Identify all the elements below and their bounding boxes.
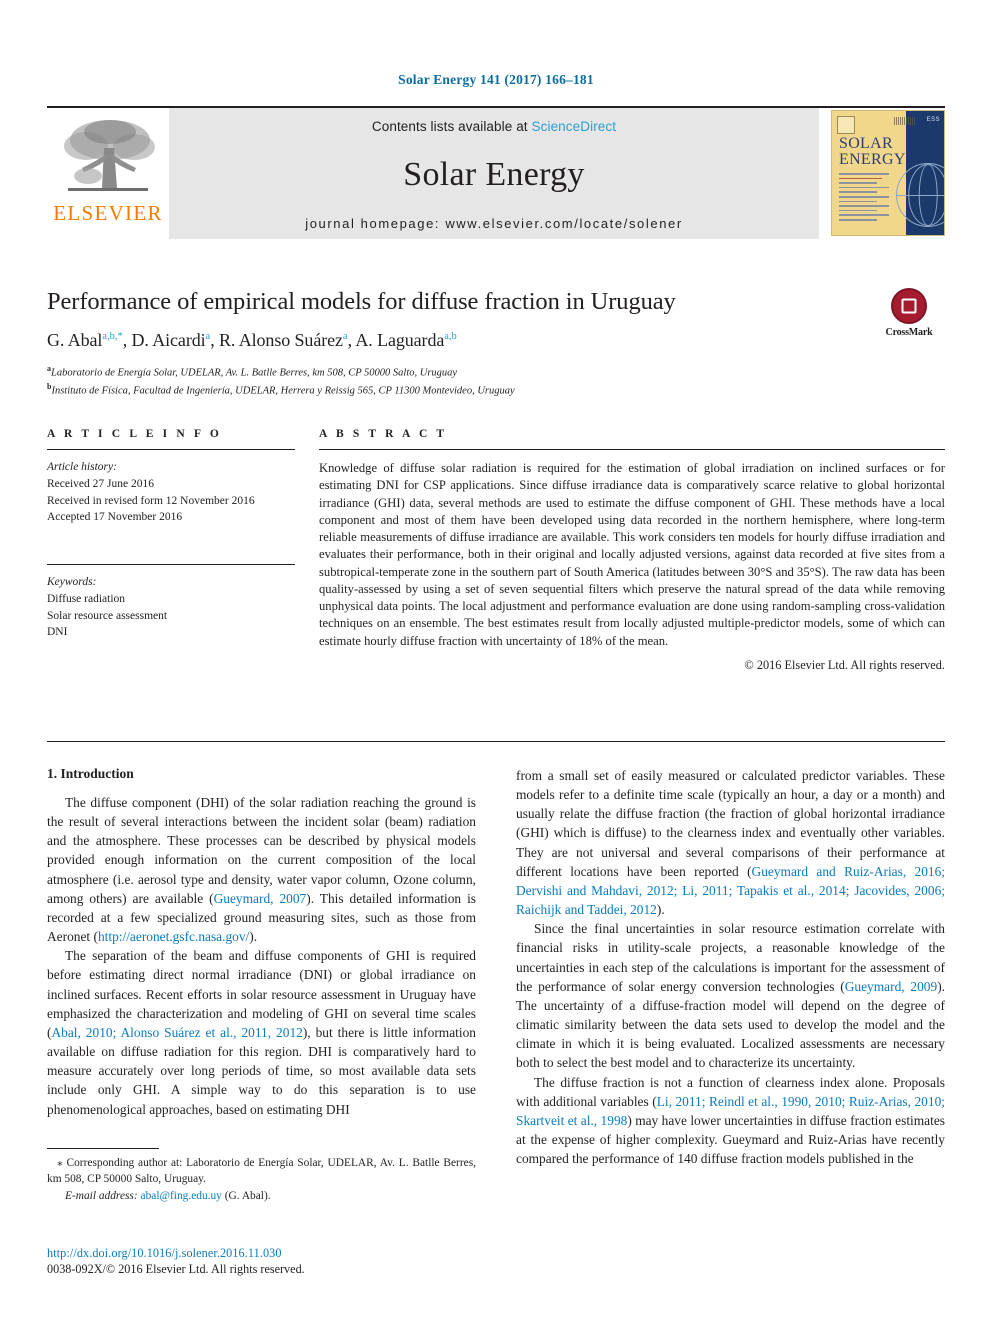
abstract-text: Knowledge of diffuse solar radiation is … <box>319 461 945 648</box>
contents-prefix: Contents lists available at <box>371 119 532 134</box>
corresponding-author-footnote: ⁎ Corresponding author at: Laboratorio d… <box>47 1148 476 1205</box>
email-suffix: (G. Abal). <box>224 1190 271 1203</box>
globe-icon <box>896 163 944 227</box>
email-label: E-mail address: <box>65 1190 138 1203</box>
elsevier-logo: ELSEVIER <box>47 108 169 239</box>
elsevier-tree-icon <box>64 120 155 191</box>
cover-elsevier-icon <box>837 116 855 134</box>
journal-cover-thumbnail: ESS SOLAR ENERGY <box>819 108 945 239</box>
body-paragraph: The separation of the beam and diffuse c… <box>47 948 476 1117</box>
article-history-items: Received 27 June 2016 Received in revised… <box>47 476 295 526</box>
article-history: Article history: Received 27 June 2016 Re… <box>47 459 295 526</box>
journal-masthead: ELSEVIER Contents lists available at Sci… <box>47 106 945 239</box>
keywords-block: Keywords: Diffuse radiation Solar resourc… <box>47 574 295 641</box>
article-history-item: Received 27 June 2016 <box>47 477 154 490</box>
article-info-rule <box>47 449 295 450</box>
keywords-rule <box>47 564 295 566</box>
crossmark-badge[interactable]: CrossMark <box>873 288 945 338</box>
keyword-item: Solar resource assessment <box>47 609 168 622</box>
abstract-heading: A B S T R A C T <box>319 428 448 440</box>
keywords-items: Diffuse radiation Solar resource assessme… <box>47 591 295 641</box>
author-name: D. Aicardi <box>131 330 206 350</box>
email-line: E-mail address: abal@fing.edu.uy (G. Aba… <box>47 1188 476 1204</box>
journal-banner: Contents lists available at ScienceDirec… <box>169 108 819 239</box>
citation-link[interactable]: Gueymard, 2007 <box>214 891 307 906</box>
article-info-column: A R T I C L E I N F O Article history: R… <box>47 428 295 673</box>
body-paragraph: from a small set of easily measured or c… <box>516 768 946 918</box>
body-paragraph: Since the final uncertainties in solar r… <box>516 921 945 1071</box>
footnote-text: ⁎ Corresponding author at: Laboratorio d… <box>47 1155 476 1187</box>
article-page: Solar Energy 141 (2017) 166–181 ELSEVIER… <box>0 0 992 1323</box>
body-columns: 1. Introduction The diffuse component (D… <box>47 766 945 1168</box>
body-column-right: from a small set of easily measured or c… <box>516 766 945 1168</box>
journal-homepage-link[interactable]: journal homepage: www.elsevier.com/locat… <box>305 216 683 231</box>
keyword-item: Diffuse radiation <box>47 592 126 605</box>
cover-barcode-icon <box>894 117 916 125</box>
footnote-marker: ⁎ <box>57 1157 63 1169</box>
citation-link[interactable]: Li, 2011; Reindl et al., 1990, 2010; Rui… <box>516 1094 945 1128</box>
author-name: G. Abal <box>47 330 103 350</box>
journal-title: Solar Energy <box>403 156 585 193</box>
article-history-item: Accepted 17 November 2016 <box>47 511 183 524</box>
affiliation-item: aLaboratorio de Energía Solar, UDELAR, A… <box>47 364 458 379</box>
sciencedirect-link[interactable]: ScienceDirect <box>532 119 617 134</box>
author-name: R. Alonso Suárez <box>219 330 343 350</box>
section-divider-rule <box>47 741 945 742</box>
elsevier-wordmark: ELSEVIER <box>53 201 163 225</box>
author-affiliation-marker: a,b <box>444 331 457 342</box>
doi-link[interactable]: http://dx.doi.org/10.1016/j.solener.2016… <box>47 1246 547 1261</box>
running-head: Solar Energy 141 (2017) 166–181 <box>398 72 594 87</box>
cover-title-line2: ENERGY <box>839 151 906 169</box>
citation-link[interactable]: Gueymard, 2009 <box>845 979 937 994</box>
author-affiliation-marker: a,b,* <box>102 331 123 342</box>
cover-toc-lines <box>839 173 901 224</box>
author-name: A. Laguarda <box>355 330 445 350</box>
email-link[interactable]: abal@fing.edu.uy <box>141 1190 222 1202</box>
author-affiliation-marker: a <box>205 331 211 342</box>
info-and-abstract: A R T I C L E I N F O Article history: R… <box>47 428 945 673</box>
body-paragraph: The diffuse fraction is not a function o… <box>516 1074 946 1167</box>
external-link[interactable]: http://aeronet.gsfc.nasa.gov/ <box>98 929 249 944</box>
body-paragraph: The diffuse component (DHI) of the solar… <box>47 795 477 945</box>
title-block: Performance of empirical models for diff… <box>47 288 945 400</box>
abstract-column: A B S T R A C T Knowledge of diffuse sol… <box>319 428 945 673</box>
citation-link[interactable]: Gueymard and Ruiz-Arias, 2016; Dervishi … <box>516 864 945 917</box>
keywords-label: Keywords: <box>47 576 97 589</box>
body-column-left: 1. Introduction The diffuse component (D… <box>47 766 476 1168</box>
left-column-paragraphs: The diffuse component (DHI) of the solar… <box>47 793 476 1119</box>
issn-copyright-line: 0038-092X/© 2016 Elsevier Ltd. All right… <box>47 1262 305 1276</box>
footnote-divider <box>47 1148 159 1149</box>
cover-imprint-label: ESS <box>926 117 940 123</box>
keyword-item: DNI <box>47 626 68 639</box>
article-info-heading: A R T I C L E I N F O <box>47 428 222 440</box>
crossmark-label: CrossMark <box>885 327 933 338</box>
contents-available-line: Contents lists available at ScienceDirec… <box>372 119 616 134</box>
article-history-item: Received in revised form 12 November 201… <box>47 494 255 507</box>
author-affiliation-marker: a <box>342 331 348 342</box>
affiliation-list: aLaboratorio de Energía Solar, UDELAR, A… <box>47 363 945 400</box>
abstract-rule <box>319 449 945 450</box>
cover-title: SOLAR ENERGY <box>839 135 906 169</box>
affiliation-item: bInstituto de Física, Facultad de Ingeni… <box>47 382 515 397</box>
cover-title-line1: SOLAR <box>839 135 893 152</box>
crossmark-icon <box>891 288 927 324</box>
page-footer: http://dx.doi.org/10.1016/j.solener.2016… <box>47 1246 547 1277</box>
article-history-label: Article history: <box>47 461 117 473</box>
section-heading-introduction: 1. Introduction <box>47 766 134 781</box>
citation-link[interactable]: Abal, 2010; Alonso Suárez et al., 2011, … <box>51 1025 302 1040</box>
footnote-body: Corresponding author at: Laboratorio de … <box>47 1157 476 1186</box>
right-column-paragraphs: from a small set of easily measured or c… <box>516 766 945 1168</box>
author-list: G. Abala,b,*, D. Aicardia, R. Alonso Suá… <box>47 330 457 350</box>
abstract-copyright: © 2016 Elsevier Ltd. All rights reserved… <box>744 657 945 672</box>
page-title: Performance of empirical models for diff… <box>47 288 676 315</box>
